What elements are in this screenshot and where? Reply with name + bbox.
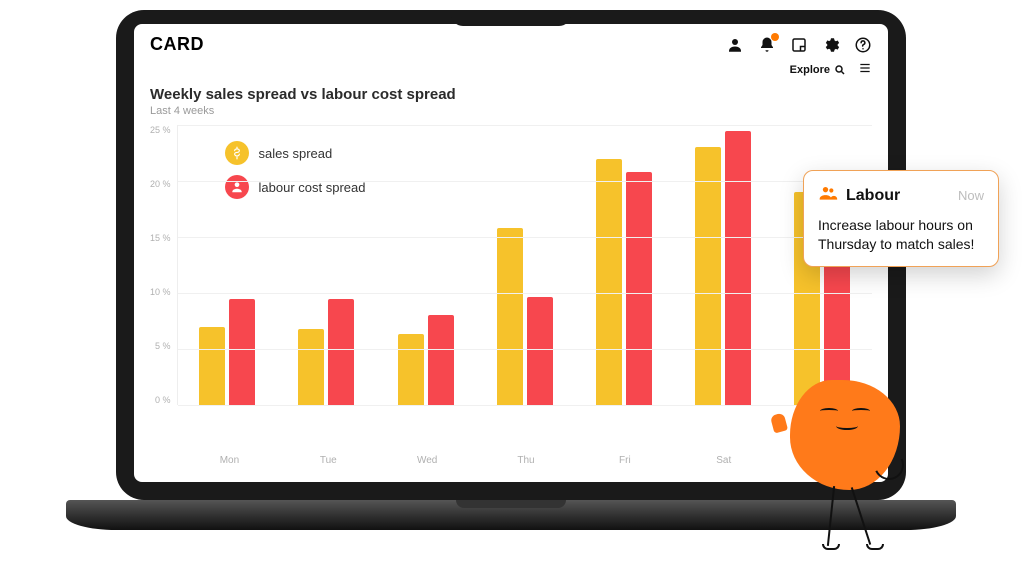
people-icon bbox=[818, 183, 838, 208]
gear-icon[interactable] bbox=[822, 36, 840, 54]
x-tick: Tue bbox=[279, 449, 378, 466]
notch bbox=[451, 10, 571, 26]
note-icon[interactable] bbox=[790, 36, 808, 54]
card-subtitle: Last 4 weeks bbox=[150, 105, 872, 117]
day-column bbox=[475, 125, 574, 405]
x-tick: Thu bbox=[477, 449, 576, 466]
laptop-frame: CARD bbox=[116, 10, 906, 530]
bar-labour[interactable] bbox=[328, 299, 354, 405]
grid-line bbox=[178, 237, 872, 238]
day-column bbox=[574, 125, 673, 405]
bar-labour[interactable] bbox=[725, 131, 751, 405]
grid-line bbox=[178, 405, 872, 406]
card-title: Weekly sales spread vs labour cost sprea… bbox=[150, 86, 872, 103]
plot-area: sales spread labour cost spread bbox=[177, 125, 872, 405]
y-tick: 15 % bbox=[150, 233, 171, 243]
search-icon bbox=[834, 64, 846, 76]
mascot-character bbox=[790, 380, 900, 490]
notification-body: Increase labour hours on Thursday to mat… bbox=[818, 216, 984, 254]
y-tick: 5 % bbox=[155, 341, 171, 351]
y-tick: 10 % bbox=[150, 287, 171, 297]
bell-icon[interactable] bbox=[758, 36, 776, 54]
grid-line bbox=[178, 125, 872, 126]
y-tick: 0 % bbox=[155, 395, 171, 405]
header-icons bbox=[726, 36, 872, 54]
day-column bbox=[277, 125, 376, 405]
laptop-base bbox=[66, 500, 956, 530]
bar-sales[interactable] bbox=[596, 159, 622, 405]
notification-card[interactable]: Labour Now Increase labour hours on Thur… bbox=[803, 170, 999, 267]
x-axis: MonTueWedThuFriSatSun bbox=[150, 449, 872, 466]
y-axis: 25 % 20 % 15 % 10 % 5 % 0 % bbox=[150, 125, 177, 405]
day-column bbox=[178, 125, 277, 405]
x-tick: Wed bbox=[378, 449, 477, 466]
app-header: CARD bbox=[134, 24, 888, 61]
bar-sales[interactable] bbox=[695, 147, 721, 405]
bar-labour[interactable] bbox=[626, 172, 652, 405]
x-tick: Fri bbox=[575, 449, 674, 466]
user-icon[interactable] bbox=[726, 36, 744, 54]
notification-header: Labour Now bbox=[818, 183, 984, 208]
notification-badge bbox=[771, 33, 779, 41]
notification-title: Labour bbox=[846, 187, 900, 205]
x-axis-labels: MonTueWedThuFriSatSun bbox=[180, 449, 872, 466]
brand-title: CARD bbox=[150, 34, 204, 55]
bar-labour[interactable] bbox=[527, 297, 553, 405]
subheader: Explore bbox=[134, 61, 888, 82]
chart: 25 %20 %15 %10 %5 %0 % sales spread bbox=[150, 125, 872, 449]
x-tick: Mon bbox=[180, 449, 279, 466]
notification-time: Now bbox=[958, 188, 984, 203]
hamburger-icon[interactable] bbox=[858, 61, 872, 78]
x-tick: Sat bbox=[674, 449, 773, 466]
grid-line bbox=[178, 181, 872, 182]
y-tick: 20 % bbox=[150, 179, 171, 189]
day-column bbox=[376, 125, 475, 405]
bar-sales[interactable] bbox=[298, 329, 324, 405]
bar-labour[interactable] bbox=[229, 299, 255, 405]
explore-label: Explore bbox=[790, 64, 830, 76]
day-column bbox=[674, 125, 773, 405]
help-icon[interactable] bbox=[854, 36, 872, 54]
bar-labour[interactable] bbox=[428, 315, 454, 405]
grid-line bbox=[178, 293, 872, 294]
explore-button[interactable]: Explore bbox=[790, 64, 846, 76]
bar-sales[interactable] bbox=[199, 327, 225, 405]
bar-sales[interactable] bbox=[398, 334, 424, 405]
chart-card: Weekly sales spread vs labour cost sprea… bbox=[150, 86, 872, 466]
grid-line bbox=[178, 349, 872, 350]
bars-container bbox=[178, 125, 872, 405]
bar-sales[interactable] bbox=[497, 228, 523, 405]
y-tick: 25 % bbox=[150, 125, 171, 135]
